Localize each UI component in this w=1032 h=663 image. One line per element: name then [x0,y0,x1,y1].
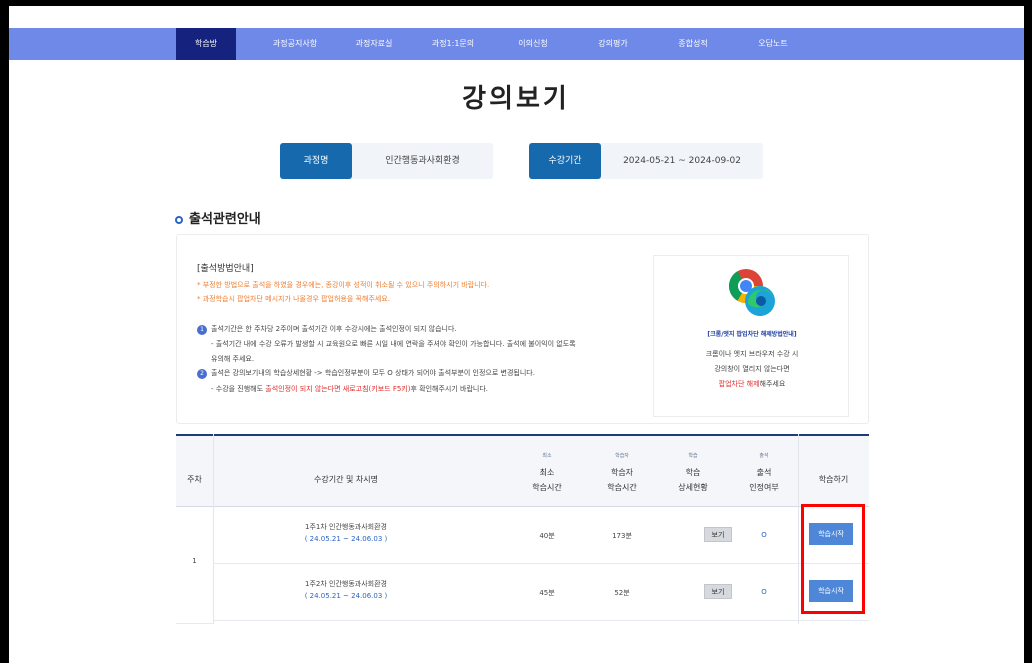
table-row: 1주1차 인간행동과사회환경 ( 24.05.21 ~ 24.06.03 ) 4… [213,507,869,564]
course-name-box: 과정명 인간행동과사회환경 [280,143,493,179]
nav-item-objection[interactable]: 이의신청 [498,28,568,60]
browser-guide-line-3-suffix: 해주세요 [759,380,786,388]
nav-item-inquiry[interactable]: 과정1:1문의 [418,28,488,60]
nav-item-notice[interactable]: 과정공지사항 [260,28,330,60]
bullet-circle-icon [175,215,183,224]
notice-item-1-sub-1: - 출석기간 내에 수강 오류가 발생할 시 교육원으로 빠른 시일 내에 연락… [211,340,576,348]
number-one-icon: 1 [197,325,207,335]
header-min-line1: 최소 [539,468,555,477]
min-time: 40분 [539,532,555,540]
lesson-title: 1주2차 인간행동과사회환경 [305,580,387,588]
course-name-value: 인간행동과사회환경 [385,156,460,166]
browser-guide-line-3: 팝업차단 해제해주세요 [654,379,850,389]
chrome-edge-logo-icon [729,269,775,316]
header-title: 수강기간 및 차시명 [314,475,378,484]
header-detail-line2: 상세현황 [678,483,708,492]
attendance-title-text: 출석관련안내 [189,212,261,227]
header-week: 주차 [187,475,202,484]
header-study-line1: 학습자 [610,468,634,477]
lesson-period: ( 24.05.21 ~ 24.06.03 ) [304,535,388,543]
top-nav: 학습방 과정공지사항 과정자료실 과정1:1문의 이의신청 강의평가 종합성적 … [9,28,1024,60]
header-attend-line2: 인정여부 [749,483,779,492]
notice-item-2-sub: - 수강을 진행해도 출석인정이 되지 않는다면 새로고침(키보드 F5키)후 … [211,384,488,394]
nav-item-grades[interactable]: 종합성적 [658,28,728,60]
course-period-box: 수강기간 2024-05-21 ~ 2024-09-02 [529,143,763,179]
browser-guide-line-2: 강의창이 열리지 않는다면 [714,365,790,373]
browser-guide-line-1: 크롬이나 엣지 브라우저 수강 시 [705,350,799,358]
notice-item-2: 2 출석은 강의보기내의 학습상세현황 -> 학습인정부분이 모두 O 상태가 되… [197,368,535,379]
nav-item-resources[interactable]: 과정자료실 [339,28,409,60]
frame-top-border [0,0,1032,6]
study-time: 52분 [614,589,630,597]
header-attend-line1: 출석 [756,468,772,477]
attendance-section-title: 출석관련안내 [175,208,261,227]
browser-guide-line-3-red: 팝업차단 해제 [718,380,760,388]
course-period-value: 2024-05-21 ~ 2024-09-02 [623,156,741,166]
notice-item-2-text: 출석은 강의보기내의 학습상세현황 -> 학습인정부분이 모두 O 상태가 되어… [211,369,535,377]
course-period-label: 수강기간 [529,143,601,179]
notice-item-1-sub-2: 유의해 주세요. [211,355,255,363]
popup-guide-link[interactable]: [크롬/엣지 팝업차단 해제방법안내] [654,329,850,338]
attendance-status: O [761,588,767,596]
header-action: 학습하기 [818,475,849,484]
study-time: 173분 [612,532,632,540]
min-time: 45분 [539,589,555,597]
nav-item-wrong-answers[interactable]: 오답노트 [738,28,808,60]
notice-item-1-text: 출석기간은 한 주차당 2주이며 출석기간 이후 수강시에는 출석인정이 되지 … [211,325,457,333]
week-cell: 1 [176,507,213,624]
header-min-small: 최소 [542,453,552,459]
warning-line-2: * 과정학습시 팝업차단 메시지가 나올경우 팝업허용을 꼭해주세요. [197,295,390,303]
nav-item-study-room[interactable]: 학습방 [176,28,236,60]
header-study-line2: 학습시간 [607,483,637,492]
attendance-notice-box: [출석방법안내] * 부정한 방법으로 출석을 하였을 경우에는, 종강이후 성… [176,234,869,424]
notice-item-2-sub-suffix: 후 확인해주시기 바랍니다. [410,385,488,393]
table-row: 1주2차 인간행동과사회환경 ( 24.05.21 ~ 24.06.03 ) 4… [213,564,869,621]
detail-view-button[interactable]: 보기 [704,584,732,599]
notice-item-2-sub-prefix: - 수강을 진행해도 [211,385,266,393]
browser-guide-box: [크롬/엣지 팝업차단 해제방법안내] 크롬이나 엣지 브라우저 수강 시 강의… [653,255,849,417]
nav-item-evaluation[interactable]: 강의평가 [578,28,648,60]
notice-item-1: 1 출석기간은 한 주차당 2주이며 출석기간 이후 수강시에는 출석인정이 되지… [197,324,457,335]
table-header: 주차 수강기간 및 차시명 최소 최소 학습시간 학습자 학습자 학습시간 학습… [176,434,869,507]
warning-line-1: * 부정한 방법으로 출석을 하였을 경우에는, 종강이후 성적이 취소될 수 … [197,281,490,289]
detail-view-button[interactable]: 보기 [704,527,732,542]
header-attend-small: 출석 [759,453,769,459]
lesson-title: 1주1차 인간행동과사회환경 [305,523,387,531]
lesson-period: ( 24.05.21 ~ 24.06.03 ) [304,592,388,600]
notice-item-2-sub-red: 출석인정이 되지 않는다면 새로고침(키보드 F5키) [265,385,411,393]
header-detail-small: 학습 [688,453,698,459]
number-two-icon: 2 [197,369,207,379]
start-buttons-highlight [801,504,865,614]
header-min-line2: 학습시간 [532,483,562,492]
header-study-small: 학습자 [615,453,629,459]
attendance-status: O [761,531,767,539]
course-name-label: 과정명 [280,143,352,179]
header-detail-line1: 학습 [685,468,701,477]
method-heading: [출석방법안내] [197,264,254,274]
page-title: 강의보기 [462,84,570,114]
week-number: 1 [192,557,197,565]
